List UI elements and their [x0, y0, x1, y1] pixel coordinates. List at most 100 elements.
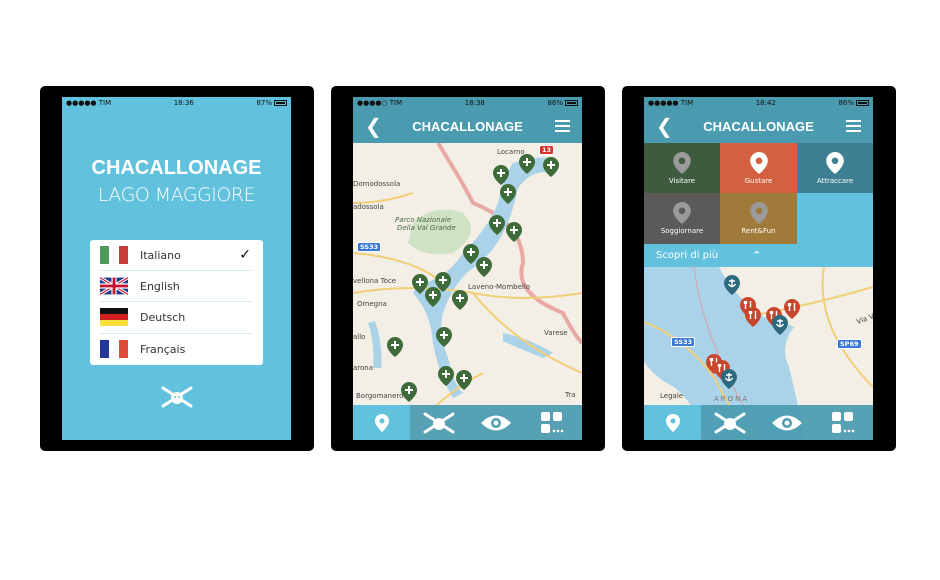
grid-more-icon [832, 411, 855, 433]
poi-pin[interactable] [452, 290, 468, 310]
map-label: Tra [565, 391, 576, 399]
restaurant-pin[interactable] [745, 307, 761, 327]
poi-pin[interactable] [425, 287, 441, 307]
map-label: Borgomanero [356, 392, 404, 400]
bed-icon [673, 202, 691, 224]
language-list: Italiano ✓ English Deutsch Français [90, 240, 263, 365]
map-label: adossola [353, 203, 384, 211]
language-deutsch[interactable]: Deutsch [100, 302, 253, 334]
poi-pin[interactable] [500, 184, 516, 204]
category-attraccare[interactable]: Attraccare [797, 143, 873, 193]
tab-discover[interactable] [467, 405, 524, 440]
battery-percent: 86% [547, 99, 563, 107]
language-english[interactable]: English [100, 271, 253, 303]
scopri-di-piu-toggle[interactable]: Scopri di più ⌃ [644, 244, 873, 267]
hamburger-menu-button[interactable] [555, 120, 570, 135]
marina-pin[interactable] [721, 369, 737, 389]
hamburger-menu-button[interactable] [846, 120, 861, 135]
poi-pin[interactable] [489, 215, 505, 235]
italy-flag-icon [100, 246, 128, 265]
language-label: Deutsch [140, 310, 186, 324]
status-bar: ●●●●● TIM 18:42 86% [644, 97, 873, 109]
back-button[interactable]: ❮ [365, 114, 382, 138]
category-gustare[interactable]: Gustare [720, 143, 797, 193]
poi-pin[interactable] [401, 382, 417, 402]
screen: ●●●●● TIM 18:42 86% ❮ CHACALLONAGE Visit… [644, 97, 873, 440]
nav-bar: ❮ CHACALLONAGE [353, 109, 582, 143]
category-label: Visitare [668, 176, 696, 185]
nav-title: CHACALLONAGE [412, 118, 523, 134]
tab-bar [644, 405, 873, 440]
poi-pin[interactable] [506, 222, 522, 242]
marina-pin[interactable] [724, 275, 740, 295]
language-label: English [140, 279, 180, 293]
category-rentfun[interactable]: Rent&Fun [720, 193, 797, 244]
category-visitare[interactable]: Visitare [644, 143, 720, 193]
map-label: Parco Nazionale [395, 216, 452, 224]
map-label: ARONA [714, 395, 750, 403]
battery-percent: 87% [256, 99, 272, 107]
road-shield: 13 [539, 145, 555, 155]
poi-pin[interactable] [438, 366, 454, 386]
chevron-up-icon: ⌃ [752, 249, 762, 262]
map-view[interactable]: Locarno Domodossola adossola Parco Nazional… [353, 143, 582, 440]
map-label: vellona Toce [353, 277, 397, 285]
poi-pin[interactable] [543, 157, 559, 177]
app-title: CHACALLONAGE [91, 157, 262, 179]
map-label: Della Val Grande [397, 224, 456, 232]
eye-icon [480, 415, 511, 430]
back-button[interactable]: ❮ [656, 114, 673, 138]
tab-chacallonage[interactable] [701, 405, 758, 440]
language-label: Français [140, 342, 186, 356]
poi-pin[interactable] [436, 327, 452, 347]
language-italiano[interactable]: Italiano ✓ [100, 240, 253, 272]
carrier: ●●●●● TIM [648, 99, 694, 107]
france-flag-icon [100, 340, 128, 359]
empty-tile [797, 193, 873, 244]
category-label: Gustare [744, 176, 773, 185]
map-label: arona [353, 364, 374, 372]
poi-pin[interactable] [387, 337, 403, 357]
time: 18:42 [755, 99, 776, 107]
category-label: Soggiornare [660, 227, 704, 235]
phone-categories-screen: ●●●●● TIM 18:42 86% ❮ CHACALLONAGE Visit… [622, 86, 896, 451]
germany-flag-icon [100, 308, 128, 327]
category-soggiornare[interactable]: Soggiornare [644, 193, 720, 244]
grid-more-icon [541, 411, 564, 433]
map-label: Legale [660, 392, 684, 400]
category-label: Attraccare [816, 176, 854, 185]
uk-flag-icon [100, 277, 128, 296]
tab-more[interactable] [525, 405, 582, 440]
nav-title: CHACALLONAGE [703, 118, 814, 134]
tab-discover[interactable] [758, 405, 815, 440]
time: 18:36 [173, 99, 194, 107]
eye-icon [673, 151, 691, 174]
sailboat-icon [749, 202, 768, 224]
tab-more[interactable] [816, 405, 873, 440]
map-pin-icon [374, 413, 389, 432]
status-bar: ●●●●● TIM 18:36 87% [62, 97, 291, 109]
poi-pin[interactable] [493, 165, 509, 185]
tab-map[interactable] [353, 405, 410, 440]
language-francais[interactable]: Français [100, 334, 253, 365]
tab-map[interactable] [644, 405, 701, 440]
poi-pin[interactable] [456, 370, 472, 390]
tab-chacallonage[interactable] [410, 405, 467, 440]
nav-bar: ❮ CHACALLONAGE [644, 109, 873, 143]
poi-pin[interactable] [476, 257, 492, 277]
scopri-label: Scopri di più [656, 250, 719, 261]
map-pin-icon [665, 413, 680, 432]
road-shield: SP69 [837, 339, 862, 349]
poi-pin[interactable] [519, 154, 535, 174]
tab-bar [353, 405, 582, 440]
language-label: Italiano [140, 248, 181, 262]
screen: ●●●●○ TIM 18:38 86% ❮ CHACALLONAGE Locar… [353, 97, 582, 440]
app-subtitle: LAGO MAGGIORE [97, 184, 256, 206]
battery-icon [856, 100, 869, 106]
map-label: allo [353, 333, 366, 341]
screen: ●●●●● TIM 18:36 87% CHACALLONAGE LAGO MA… [62, 97, 291, 440]
road-shield: SS33 [671, 337, 696, 347]
time: 18:38 [464, 99, 485, 107]
category-label: Rent&Fun [741, 227, 776, 235]
marina-pin[interactable] [772, 315, 788, 335]
